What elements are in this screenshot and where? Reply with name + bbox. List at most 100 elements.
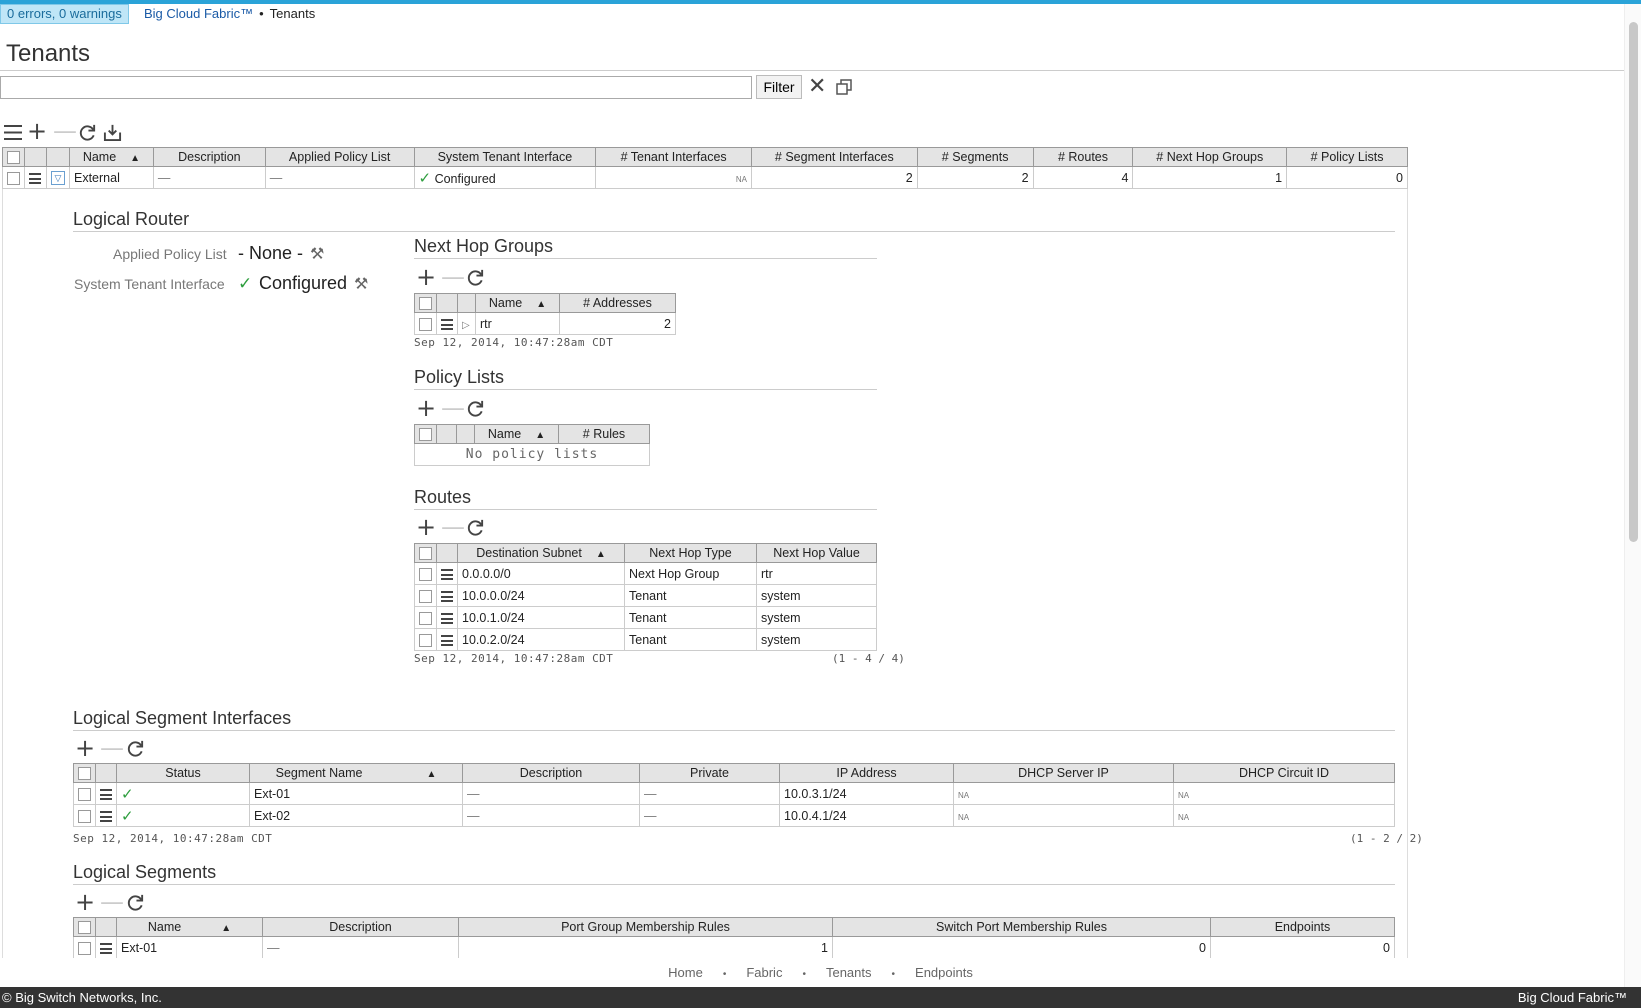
column-header-applied-policy-list[interactable]: Applied Policy List [264,147,415,167]
plus-icon[interactable]: + [416,515,436,539]
row-checkbox[interactable] [419,317,432,331]
row-menu-cell[interactable] [436,562,458,585]
row-menu-cell[interactable] [95,782,117,805]
table-row[interactable]: 10.0.2.0/24 Tenant system [414,628,877,651]
table-row[interactable]: 10.0.1.0/24 Tenant system [414,606,877,629]
row-menu-icon[interactable] [441,634,453,646]
refresh-icon[interactable] [126,739,145,761]
filter-button[interactable]: Filter [756,75,802,99]
select-all-checkbox-cell[interactable] [2,147,25,167]
row-expand-cell[interactable]: ▷ [457,312,476,335]
collapse-icon[interactable]: ▽ [50,170,65,185]
select-all-checkbox[interactable] [419,297,432,311]
column-header-system-tenant-interface[interactable]: System Tenant Interface [413,147,597,167]
select-all-checkbox-cell[interactable] [414,424,437,444]
footer-link-home[interactable]: Home [668,965,703,980]
row-menu-icon[interactable] [441,612,453,624]
column-header-private[interactable]: Private [639,763,780,783]
row-checkbox-cell[interactable] [414,562,437,585]
column-header-endpoints[interactable]: Endpoints [1210,917,1395,937]
table-row[interactable]: 0.0.0.0/0 Next Hop Group rtr [414,562,877,585]
select-all-checkbox[interactable] [419,547,432,561]
column-header-tenant-interfaces[interactable]: # Tenant Interfaces [595,147,752,167]
row-menu-icon[interactable] [441,568,453,580]
row-menu-cell[interactable] [436,628,458,651]
row-checkbox[interactable] [419,611,432,625]
column-header-name[interactable]: Name ▲ [68,147,154,167]
row-checkbox-cell[interactable] [414,606,437,629]
table-row[interactable]: ✓ Ext-02 — — 10.0.4.1/24 NA NA [73,804,1395,827]
column-header-description[interactable]: Description [152,147,266,167]
row-menu-icon[interactable] [441,590,453,602]
row-menu-cell[interactable] [436,312,458,335]
footer-link-fabric[interactable]: Fabric [746,965,782,980]
row-expand-cell[interactable]: ▽ [45,166,70,189]
table-row[interactable]: ▷ rtr 2 [414,312,676,335]
select-all-checkbox[interactable] [78,767,91,781]
column-header-port-group-rules[interactable]: Port Group Membership Rules [458,917,833,937]
row-menu-icon[interactable] [29,172,41,184]
select-all-checkbox-cell[interactable] [73,763,96,783]
close-icon[interactable]: ✕ [808,75,826,99]
refresh-icon[interactable] [466,518,485,540]
plus-icon[interactable]: + [416,265,436,289]
row-menu-icon[interactable] [100,942,112,954]
row-checkbox-cell[interactable] [2,166,25,189]
expand-icon[interactable]: ▷ [462,320,470,331]
select-all-checkbox-cell[interactable] [73,917,96,937]
footer-link-endpoints[interactable]: Endpoints [915,965,973,980]
row-checkbox[interactable] [7,171,20,185]
table-row[interactable]: 10.0.0.0/24 Tenant system [414,584,877,607]
row-checkbox[interactable] [78,787,91,801]
column-header-description[interactable]: Description [262,917,459,937]
row-checkbox-cell[interactable] [414,628,437,651]
row-checkbox[interactable] [419,567,432,581]
row-menu-cell[interactable] [436,584,458,607]
select-all-checkbox-cell[interactable] [414,543,437,563]
row-checkbox-cell[interactable] [73,782,96,805]
column-header-switch-port-rules[interactable]: Switch Port Membership Rules [832,917,1211,937]
plus-icon[interactable]: + [416,396,436,420]
row-checkbox-cell[interactable] [73,936,96,959]
row-menu-icon[interactable] [441,318,453,330]
row-checkbox[interactable] [78,941,91,955]
column-header-name[interactable]: Name ▲ [116,917,263,937]
column-header-rules[interactable]: # Rules [558,424,650,444]
plus-icon[interactable]: + [75,890,95,914]
hamburger-icon[interactable] [4,124,22,144]
column-header-ip-address[interactable]: IP Address [779,763,954,783]
row-checkbox[interactable] [419,589,432,603]
column-header-next-hop-type[interactable]: Next Hop Type [624,543,757,563]
table-row[interactable]: Ext-01 — 1 0 0 [73,936,1395,959]
select-all-checkbox[interactable] [7,151,20,165]
row-checkbox[interactable] [419,633,432,647]
column-header-dhcp-server-ip[interactable]: DHCP Server IP [953,763,1174,783]
row-checkbox[interactable] [78,809,91,823]
column-header-name[interactable]: Name ▲ [475,293,560,313]
scrollbar-thumb[interactable] [1629,22,1638,542]
column-header-routes[interactable]: # Routes [1032,147,1134,167]
row-menu-cell[interactable] [95,936,117,959]
column-header-next-hop-groups[interactable]: # Next Hop Groups [1132,147,1288,167]
column-header-destination-subnet[interactable]: Destination Subnet ▲ [457,543,625,563]
row-checkbox-cell[interactable] [73,804,96,827]
column-header-segments[interactable]: # Segments [916,147,1034,167]
row-menu-icon[interactable] [100,788,112,800]
column-header-addresses[interactable]: # Addresses [559,293,676,313]
row-menu-cell[interactable] [436,606,458,629]
column-header-next-hop-value[interactable]: Next Hop Value [756,543,877,563]
row-menu-cell[interactable] [24,166,47,189]
column-header-segment-interfaces[interactable]: # Segment Interfaces [750,147,918,167]
table-row[interactable]: ▽ External — — ✓ Configured NA 2 2 4 1 0 [2,166,1408,189]
row-checkbox-cell[interactable] [414,584,437,607]
column-header-status[interactable]: Status [116,763,250,783]
footer-link-tenants[interactable]: Tenants [826,965,872,980]
status-badge[interactable]: 0 errors, 0 warnings [0,4,129,24]
select-all-checkbox[interactable] [78,921,91,935]
column-header-name[interactable]: Name ▲ [474,424,559,444]
wrench-icon[interactable]: ⚒ [354,274,368,293]
select-all-checkbox[interactable] [419,428,432,442]
table-row[interactable]: ✓ Ext-01 — — 10.0.3.1/24 NA NA [73,782,1395,805]
plus-icon[interactable]: + [27,119,47,143]
select-all-checkbox-cell[interactable] [414,293,437,313]
